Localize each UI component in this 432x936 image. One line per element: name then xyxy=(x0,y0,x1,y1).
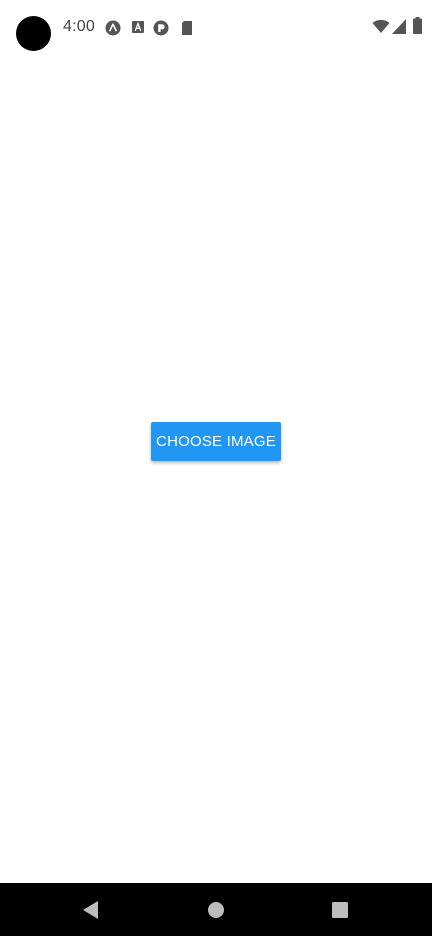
home-button[interactable] xyxy=(205,899,227,921)
status-bar: 4:00 xyxy=(0,0,432,60)
navigation-bar xyxy=(0,883,432,936)
choose-image-button[interactable]: CHOOSE IMAGE xyxy=(151,422,281,461)
home-circle-icon xyxy=(208,902,224,918)
app-a-icon xyxy=(131,20,147,36)
recents-button[interactable] xyxy=(329,899,351,921)
main-content: CHOOSE IMAGE xyxy=(0,60,432,883)
back-button[interactable] xyxy=(79,899,101,921)
battery-icon xyxy=(413,17,422,35)
react-debug-icon xyxy=(153,20,169,36)
recents-square-icon xyxy=(332,902,348,918)
back-triangle-icon xyxy=(83,901,98,919)
cellular-signal-icon xyxy=(392,19,406,37)
sd-card-icon xyxy=(180,20,196,36)
app-screen: 4:00 CHOOSE IMAGE xyxy=(0,0,432,936)
expo-icon xyxy=(105,20,121,36)
wifi-icon xyxy=(372,19,390,37)
camera-cutout xyxy=(16,16,51,51)
status-time: 4:00 xyxy=(63,18,95,35)
